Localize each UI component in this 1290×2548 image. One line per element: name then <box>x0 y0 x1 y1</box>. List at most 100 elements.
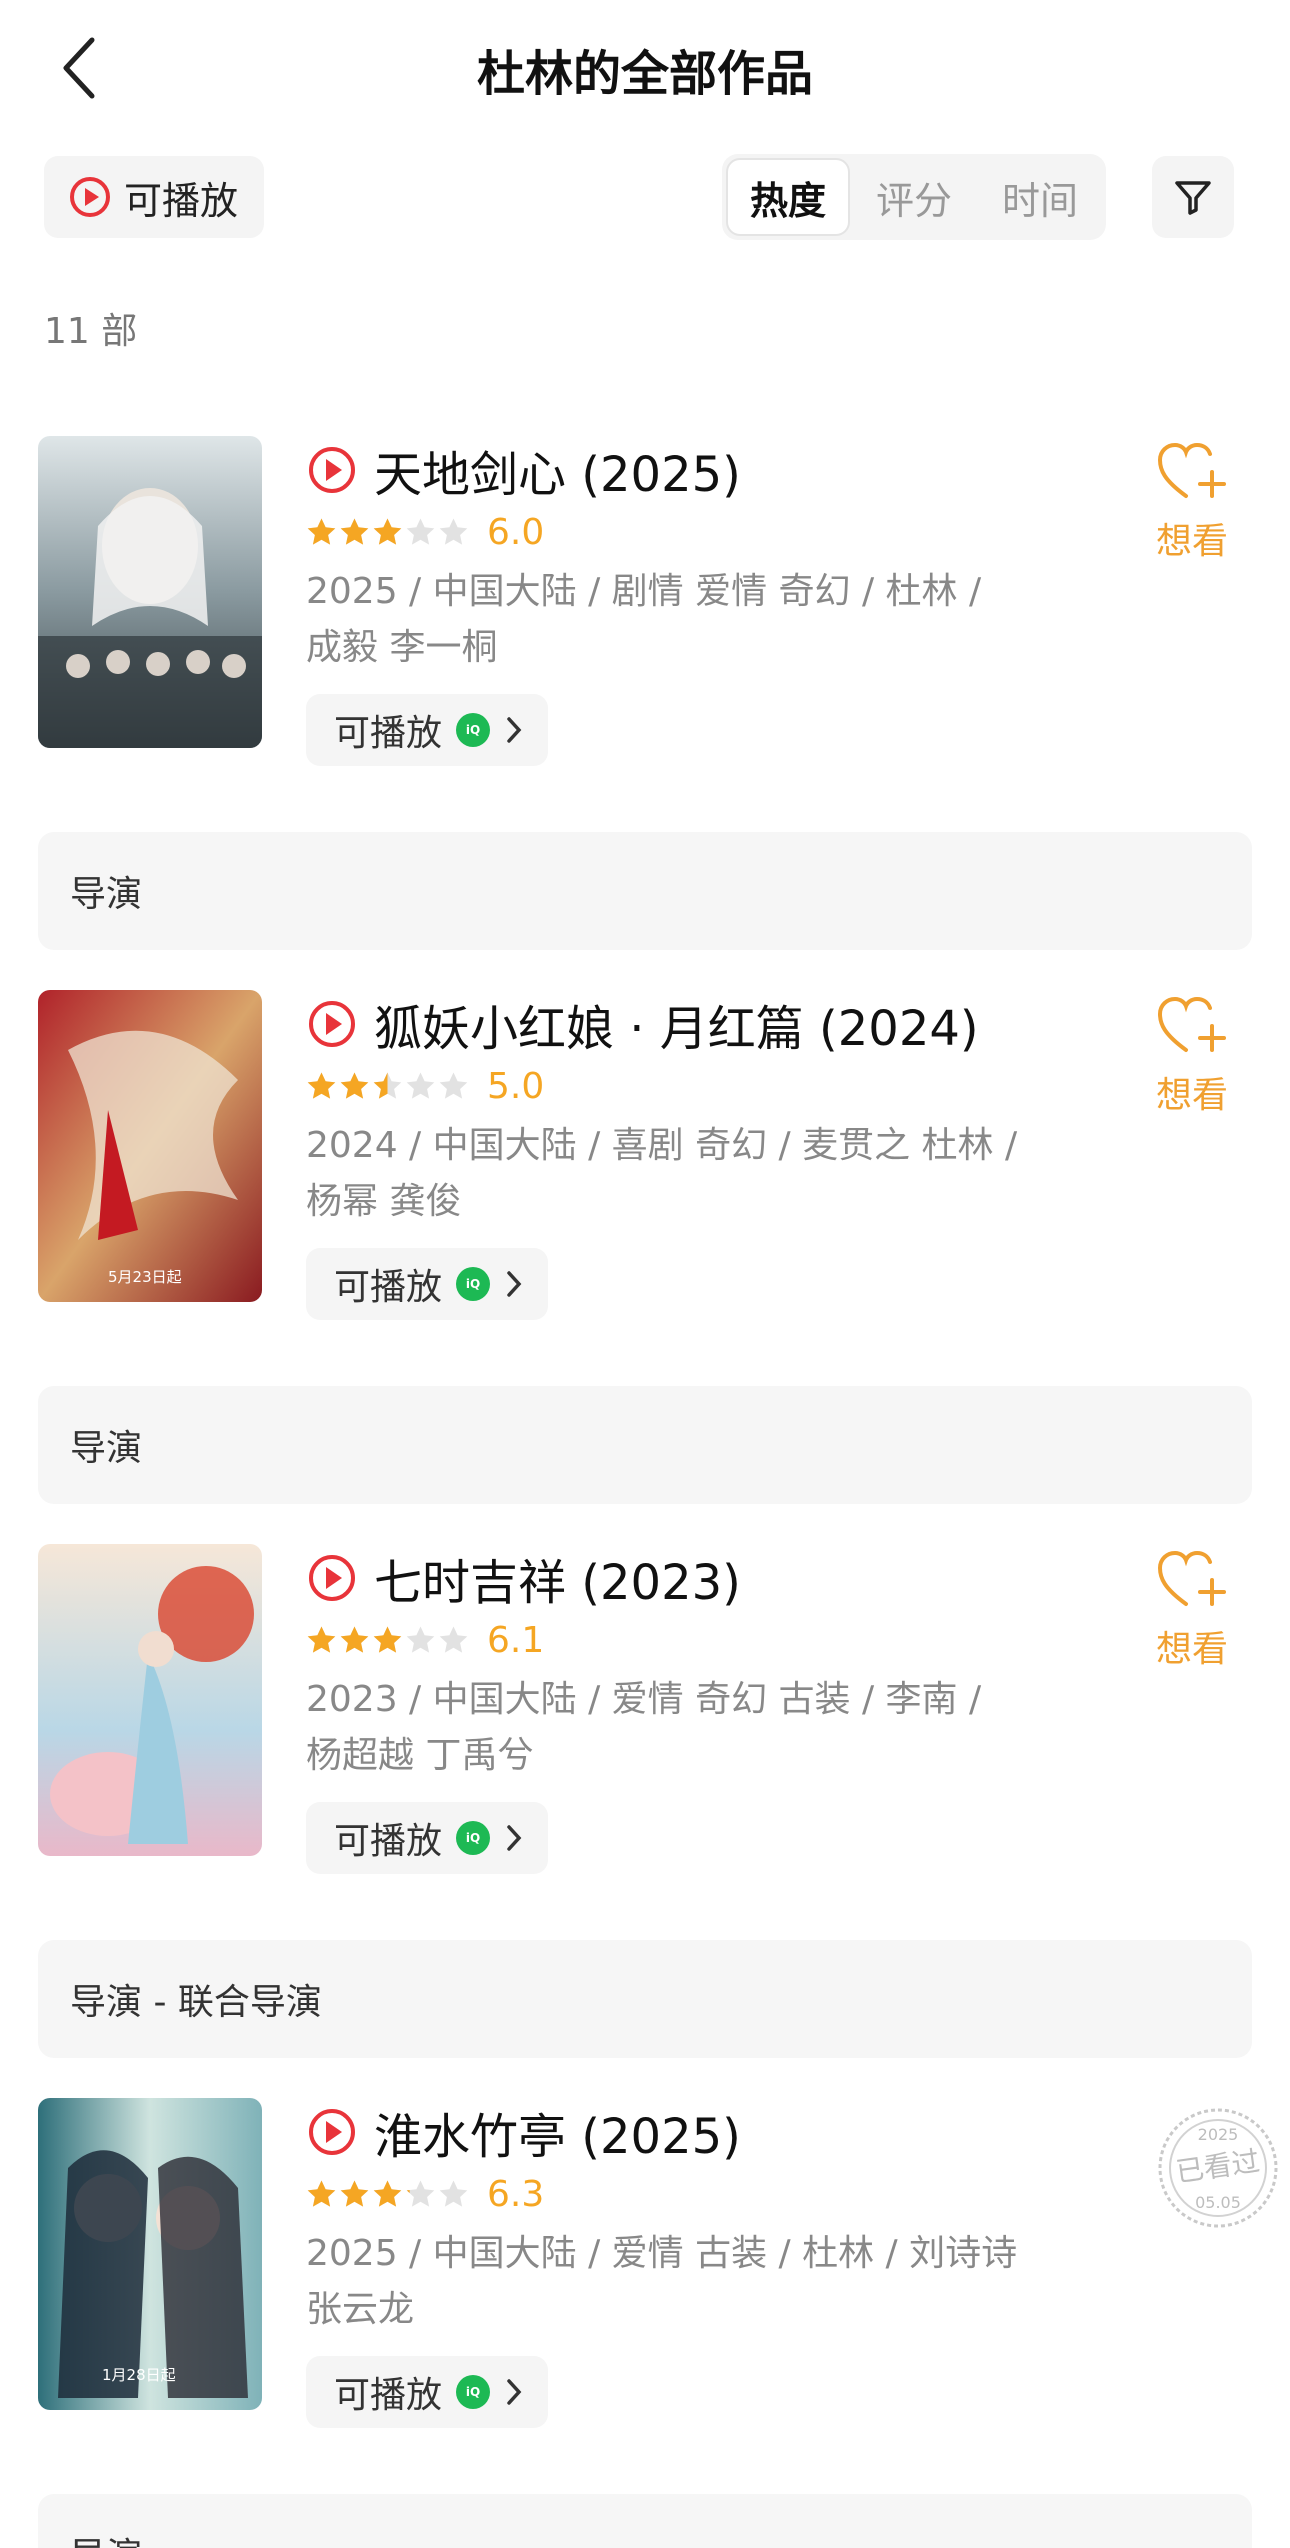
work-title[interactable]: 淮水竹亭 (2025) <box>374 2097 741 2167</box>
work-info: 七时吉祥 (2023) 6.1 2023 / 中国大陆 / 爱情 奇幻 古装 /… <box>306 1544 1076 1874</box>
star-icon <box>307 2180 336 2207</box>
rating-score: 6.1 <box>487 1619 545 1661</box>
star-icon <box>340 1626 369 1653</box>
star-icon <box>439 1072 468 1099</box>
sort-tab-popularity[interactable]: 热度 <box>726 158 850 236</box>
chevron-right-icon <box>507 1825 522 1851</box>
iqiyi-icon: iQ <box>456 1267 491 1301</box>
star-icon <box>406 1072 435 1099</box>
star-icon <box>406 518 435 545</box>
playable-filter-label: 可播放 <box>124 178 239 223</box>
playable-button[interactable]: 可播放 iQ <box>306 2356 549 2428</box>
want-to-watch-button[interactable]: 想看 <box>1144 1550 1240 1672</box>
work-title[interactable]: 七时吉祥 (2023) <box>374 1543 741 1613</box>
watched-stamp-text: 已看过 <box>1174 2144 1262 2188</box>
playable-button[interactable]: 可播放 iQ <box>306 1802 549 1874</box>
role-bar[interactable]: 导演 - 联合导演 <box>38 1940 1252 2058</box>
work-meta: 2023 / 中国大陆 / 爱情 奇幻 古装 / 李南 / <box>306 1679 982 1720</box>
star-icon <box>373 1072 402 1099</box>
want-to-watch-button[interactable]: 想看 <box>1144 996 1240 1118</box>
iqiyi-icon: iQ <box>456 1821 491 1855</box>
work-info: 天地剑心 (2025) 6.0 2025 / 中国大陆 / 剧情 爱情 奇幻 /… <box>306 436 1076 766</box>
playable-button[interactable]: 可播放 iQ <box>306 1248 549 1320</box>
role-bar[interactable]: 导演 <box>38 1386 1252 1504</box>
heart-plus-icon <box>1157 996 1226 1052</box>
filter-toolbar: 可播放 热度 评分 时间 <box>0 152 1290 242</box>
watched-stamp-date: 05.05 <box>1195 2193 1241 2212</box>
playable-filter-button[interactable]: 可播放 <box>44 156 264 238</box>
rating-score: 6.3 <box>487 2173 545 2215</box>
playable-label: 可播放 <box>334 1821 443 1862</box>
poster-image[interactable]: 5月23日起 <box>38 990 262 1302</box>
page-title: 杜林的全部作品 <box>476 46 813 102</box>
star-icon <box>439 2180 468 2207</box>
iqiyi-icon: iQ <box>456 2375 491 2409</box>
poster-caption: 5月23日起 <box>108 1268 182 1286</box>
chevron-right-icon <box>507 717 522 743</box>
work-cast: 成毅 李一桐 <box>306 627 498 668</box>
poster-caption: 1月28日起 <box>102 2366 176 2384</box>
work-cast: 张云龙 <box>306 2289 415 2330</box>
star-icon <box>373 518 402 545</box>
playable-label: 可播放 <box>334 2375 443 2416</box>
funnel-icon <box>1175 181 1211 215</box>
work-meta: 2025 / 中国大陆 / 剧情 爱情 奇幻 / 杜林 / <box>306 571 982 612</box>
play-circle-icon <box>309 447 355 493</box>
star-icon <box>340 1072 369 1099</box>
star-icon <box>340 2180 369 2207</box>
iqiyi-icon: iQ <box>456 713 491 747</box>
star-icon <box>307 1072 336 1099</box>
works-count: 11 部 <box>44 311 138 352</box>
star-icon <box>439 518 468 545</box>
poster-image[interactable]: 1月28日起 <box>38 2098 262 2410</box>
star-rating <box>306 2179 471 2210</box>
chevron-right-icon <box>507 2379 522 2405</box>
play-circle-icon <box>309 1555 355 1601</box>
work-item[interactable]: 1月28日起 淮水竹亭 (2025) 6.3 2025 / 中国大陆 / 爱情 … <box>0 2098 1290 2548</box>
star-rating <box>306 517 471 548</box>
watched-stamp-year: 2025 <box>1198 2125 1239 2144</box>
role-bar[interactable]: 导演 <box>38 2494 1252 2548</box>
star-icon <box>439 1626 468 1653</box>
play-circle-icon <box>309 2109 355 2155</box>
want-to-watch-label: 想看 <box>1155 1075 1228 1116</box>
work-info: 狐妖小红娘 · 月红篇 (2024) 5.0 2024 / 中国大陆 / 喜剧 … <box>306 990 1076 1320</box>
star-icon <box>406 1626 435 1653</box>
work-item[interactable]: 七时吉祥 (2023) 6.1 2023 / 中国大陆 / 爱情 奇幻 古装 /… <box>0 1544 1290 2099</box>
work-meta: 2025 / 中国大陆 / 爱情 古装 / 杜林 / 刘诗诗 <box>306 2233 1018 2274</box>
heart-plus-icon <box>1157 1550 1226 1606</box>
work-info: 淮水竹亭 (2025) 6.3 2025 / 中国大陆 / 爱情 古装 / 杜林… <box>306 2098 1076 2428</box>
sort-tab-rating[interactable]: 评分 <box>852 158 976 236</box>
sort-tab-time[interactable]: 时间 <box>978 158 1102 236</box>
work-item[interactable]: 5月23日起 狐妖小红娘 · 月红篇 (2024) 5.0 2024 / 中国大… <box>0 990 1290 1545</box>
work-cast: 杨幂 龚俊 <box>306 1181 462 1222</box>
playable-label: 可播放 <box>334 713 443 754</box>
star-icon <box>373 2180 402 2207</box>
playable-label: 可播放 <box>334 1267 443 1308</box>
chevron-right-icon <box>507 1271 522 1297</box>
poster-image[interactable] <box>38 436 262 748</box>
watched-stamp: 2025 已看过 05.05 <box>1158 2108 1278 2228</box>
want-to-watch-label: 想看 <box>1155 521 1228 562</box>
star-icon <box>307 1626 336 1653</box>
role-bar[interactable]: 导演 <box>38 832 1252 950</box>
header: 杜林的全部作品 <box>0 0 1290 140</box>
star-rating <box>306 1071 471 1102</box>
work-cast: 杨超越 丁禹兮 <box>306 1735 534 1776</box>
playable-button[interactable]: 可播放 iQ <box>306 694 549 766</box>
star-icon <box>373 1626 402 1653</box>
poster-image[interactable] <box>38 1544 262 1856</box>
filter-button[interactable] <box>1152 156 1234 238</box>
rating-score: 5.0 <box>487 1065 545 1107</box>
rating-score: 6.0 <box>487 511 545 553</box>
star-icon <box>340 518 369 545</box>
star-rating <box>306 1625 471 1656</box>
want-to-watch-button[interactable]: 想看 <box>1144 442 1240 564</box>
sort-tabs: 热度 评分 时间 <box>722 154 1106 240</box>
work-title[interactable]: 狐妖小红娘 · 月红篇 (2024) <box>374 989 979 1059</box>
want-to-watch-label: 想看 <box>1155 1629 1228 1670</box>
play-circle-icon <box>70 177 110 217</box>
work-item[interactable]: 天地剑心 (2025) 6.0 2025 / 中国大陆 / 剧情 爱情 奇幻 /… <box>0 436 1290 991</box>
star-icon <box>307 518 336 545</box>
work-title[interactable]: 天地剑心 (2025) <box>374 435 741 505</box>
